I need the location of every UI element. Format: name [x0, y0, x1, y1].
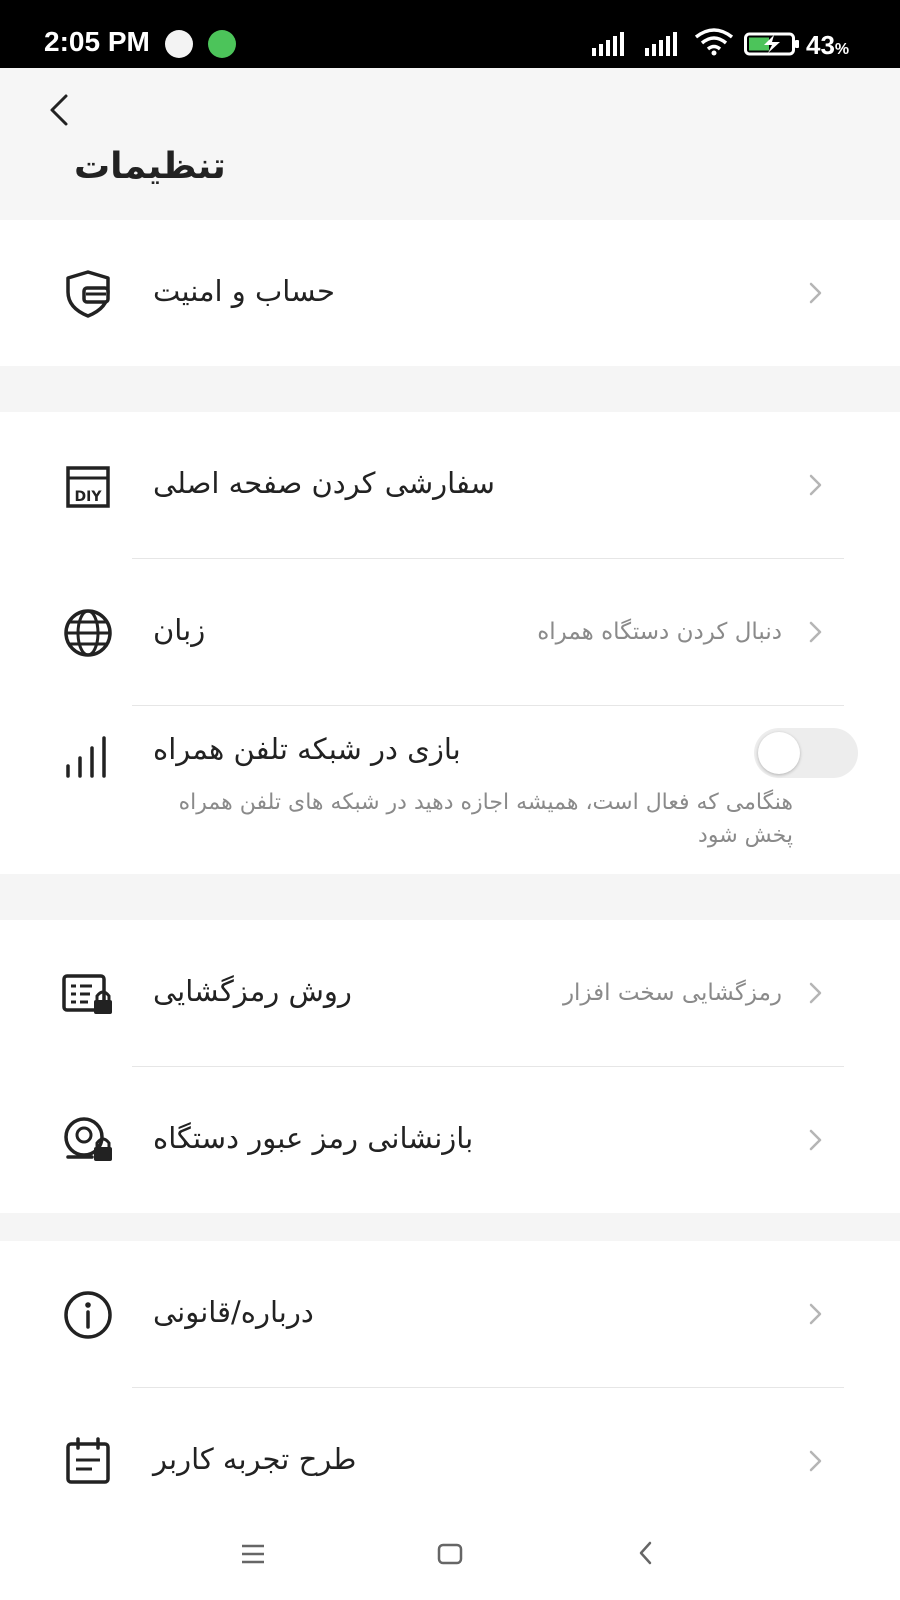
- settings-item-account-security[interactable]: حساب و امنیت: [0, 220, 900, 366]
- item-label: بازنشانی رمز عبور دستگاه: [153, 1121, 474, 1155]
- item-label: روش رمزگشایی: [153, 974, 352, 1008]
- back-icon[interactable]: [634, 1538, 658, 1568]
- chevron-right-icon: [809, 621, 822, 643]
- svg-text:DIY: DIY: [75, 489, 103, 505]
- status-time: 2:05 PM: [44, 26, 150, 57]
- item-value: رمزگشایی سخت افزار: [562, 980, 782, 1006]
- chevron-right-icon: [809, 474, 822, 496]
- item-label: طرح تجربه کاربر: [153, 1442, 357, 1476]
- menu-icon[interactable]: [240, 1542, 266, 1566]
- home-icon[interactable]: [436, 1540, 464, 1568]
- page-title: تنظیمات: [74, 146, 226, 187]
- item-label: سفارشی کردن صفحه اصلی: [153, 466, 495, 500]
- item-label: زبان: [153, 613, 206, 647]
- settings-item-decode-method[interactable]: روش رمزگشایی رمزگشایی سخت افزار: [0, 920, 900, 1066]
- section-gap: [0, 874, 900, 920]
- signal-bars-icon: [66, 736, 106, 778]
- item-label: حساب و امنیت: [153, 274, 335, 308]
- settings-item-about-legal[interactable]: درباره/قانونی: [0, 1241, 900, 1387]
- chevron-right-icon: [809, 1129, 822, 1151]
- settings-item-customize-home[interactable]: DIY سفارشی کردن صفحه اصلی: [0, 412, 900, 558]
- battery-charging-icon: [744, 32, 799, 56]
- item-label: بازی در شبکه تلفن همراه: [153, 732, 461, 766]
- section-gap: [0, 1213, 900, 1241]
- camera-lock-icon: [64, 1117, 112, 1161]
- item-label: درباره/قانونی: [153, 1295, 314, 1329]
- shield-card-icon: [66, 270, 110, 318]
- status-bar: 2:05 PM 43%: [0, 0, 900, 68]
- battery-percent: 43%: [806, 30, 850, 60]
- item-value: دنبال کردن دستگاه همراه: [537, 619, 782, 645]
- app-notification-icon: [208, 30, 236, 58]
- globe-icon: [64, 609, 112, 657]
- system-nav-bar: [0, 1520, 900, 1600]
- diy-icon: DIY: [66, 466, 110, 508]
- mobile-network-play-toggle[interactable]: [754, 728, 858, 778]
- calendar-note-icon: [66, 1437, 110, 1484]
- info-icon: [64, 1291, 112, 1339]
- decode-lock-icon: [62, 974, 112, 1014]
- chevron-right-icon: [809, 1450, 822, 1472]
- settings-item-reset-device-password[interactable]: بازنشانی رمز عبور دستگاه: [0, 1067, 900, 1213]
- chevron-right-icon: [809, 982, 822, 1004]
- back-button[interactable]: [40, 90, 80, 130]
- signal-icon: [645, 32, 677, 56]
- settings-item-language[interactable]: زبان دنبال کردن دستگاه همراه: [0, 559, 900, 705]
- item-description: هنگامی که فعال است، همیشه اجازه دهید در …: [178, 790, 793, 848]
- signal-icon: [592, 32, 624, 56]
- app-notification-icon: [165, 30, 193, 58]
- chevron-right-icon: [809, 1303, 822, 1325]
- section-gap: [0, 366, 900, 412]
- wifi-icon: [694, 28, 734, 56]
- settings-item-user-experience-plan[interactable]: طرح تجربه کاربر: [0, 1388, 900, 1534]
- toggle-knob: [758, 732, 800, 774]
- page-header: تنظیمات: [0, 68, 900, 220]
- chevron-right-icon: [809, 282, 822, 304]
- settings-item-mobile-network-play: بازی در شبکه تلفن همراه هنگامی که فعال ا…: [0, 706, 900, 874]
